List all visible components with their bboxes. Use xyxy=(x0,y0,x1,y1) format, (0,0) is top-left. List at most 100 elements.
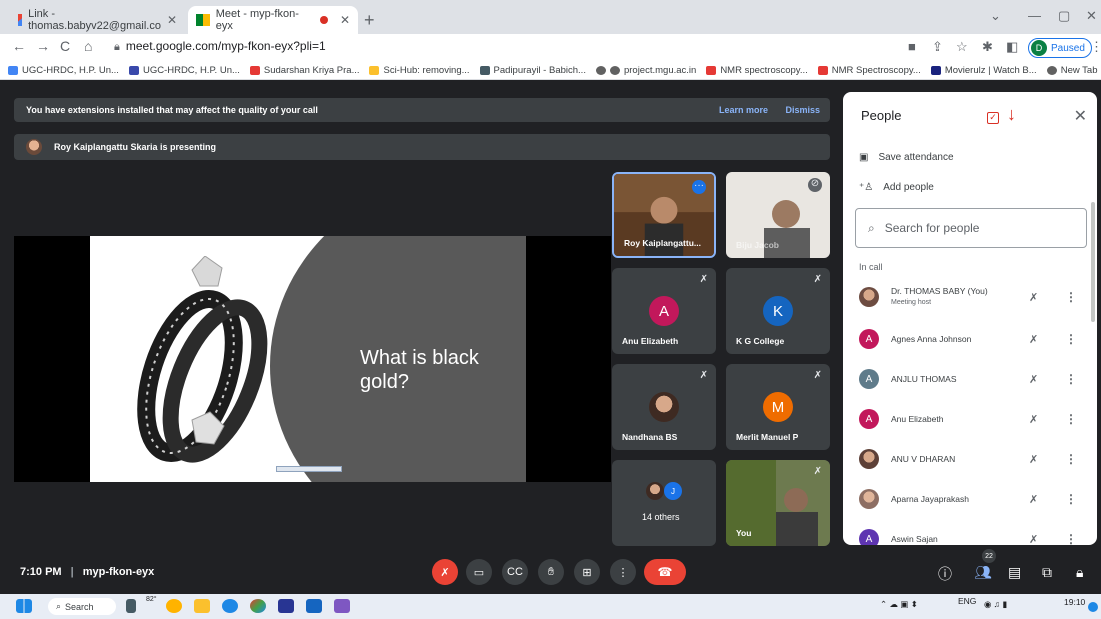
tab-search-icon[interactable]: ⌄ xyxy=(990,8,1001,24)
app-icon[interactable] xyxy=(250,599,266,613)
bookmark-item[interactable]: UGC-HRDC, H.P. Un... xyxy=(128,65,240,76)
bookmark-item[interactable]: Sci-Hub: removing... xyxy=(369,65,470,76)
search-input[interactable]: ⌕ Search for people xyxy=(855,208,1087,248)
network-sound-icons[interactable]: ◉ ♫ ▮ xyxy=(984,599,1007,610)
more-options-icon[interactable]: ⋮ xyxy=(1065,452,1077,466)
bookmark-item[interactable]: NMR Spectroscopy... xyxy=(817,65,921,76)
add-people-button[interactable]: ⁺♙ Add people xyxy=(859,182,934,193)
reload-icon[interactable]: C xyxy=(60,38,70,54)
end-call-button[interactable]: ☎︎ xyxy=(644,559,686,585)
participant-row[interactable]: A Agnes Anna Johnson ✗ ⋮ xyxy=(859,324,1083,354)
tray-icons[interactable]: ⌃ ☁ ▣ ⬍ xyxy=(880,599,918,610)
camera-toggle-button[interactable]: ▭ xyxy=(466,559,492,585)
share-icon[interactable]: ⇪ xyxy=(932,39,943,55)
participant-row[interactable]: A ANJLU THOMAS ✗ ⋮ xyxy=(859,364,1083,394)
language-indicator[interactable]: ENG xyxy=(958,596,976,606)
profile-button[interactable]: D Paused xyxy=(1028,38,1092,58)
more-options-icon[interactable]: ⋮ xyxy=(1065,492,1077,506)
participant-tile[interactable]: ✗ Nandhana BS xyxy=(612,364,716,450)
minimize-button[interactable]: — xyxy=(1028,8,1041,23)
file-explorer-icon[interactable] xyxy=(194,599,210,613)
mic-toggle-button[interactable]: ✗ xyxy=(432,559,458,585)
app-icon[interactable] xyxy=(334,599,350,613)
panel-scrollbar[interactable] xyxy=(1091,202,1095,322)
activities-icon[interactable]: ⧉ xyxy=(1042,564,1052,581)
participant-tile[interactable]: ✗ M Merlit Manuel P xyxy=(726,364,830,450)
close-tab-icon[interactable]: ✕ xyxy=(340,13,350,27)
weather-temp[interactable]: 82° xyxy=(146,596,157,603)
tab-gmail[interactable]: Link - thomas.babyv22@gmail.co ✕ xyxy=(10,6,185,34)
participant-name: Aswin Sajan xyxy=(891,533,938,544)
tab-meet[interactable]: Meet - myp-fkon-eyx ✕ xyxy=(188,6,358,34)
host-controls-icon[interactable]: 🔒︎ xyxy=(1076,564,1083,581)
clock[interactable]: 19:10 xyxy=(1064,597,1085,607)
participant-row[interactable]: A Aswin Sajan ✗ ⋮ xyxy=(859,524,1083,545)
participant-row[interactable]: A Anu Elizabeth ✗ ⋮ xyxy=(859,404,1083,434)
maximize-button[interactable]: ▢ xyxy=(1058,8,1070,24)
chat-icon[interactable]: ▤ xyxy=(1008,564,1021,581)
app-icon[interactable] xyxy=(222,599,238,613)
dismiss-button[interactable]: Dismiss xyxy=(785,105,820,115)
bookmark-item[interactable]: UGC-HRDC, H.P. Un... xyxy=(8,65,119,76)
bookmark-item[interactable]: Padipurayil - Babich... xyxy=(479,65,586,76)
new-tab-button[interactable]: + xyxy=(364,10,375,31)
back-icon[interactable]: ← xyxy=(12,38,26,54)
bookmark-star-icon[interactable]: ☆ xyxy=(956,39,968,55)
bookmark-label: project.mgu.ac.in xyxy=(623,65,697,76)
taskbar-search[interactable]: ⌕ Search xyxy=(48,598,116,615)
info-icon[interactable]: ⓘ xyxy=(938,564,952,584)
bookmark-item[interactable]: NMR spectroscopy... xyxy=(706,65,808,76)
extension-warning-banner: You have extensions installed that may a… xyxy=(14,98,830,122)
app-icon[interactable] xyxy=(278,599,294,613)
more-options-icon[interactable]: ⋮ xyxy=(1065,532,1077,545)
more-options-icon[interactable]: ⋮ xyxy=(1065,290,1077,304)
bookmark-label: UGC-HRDC, H.P. Un... xyxy=(142,65,240,76)
bookmark-item[interactable]: Sudarshan Kriya Pra... xyxy=(249,65,359,76)
widgets-icon[interactable] xyxy=(166,599,182,613)
task-view-icon[interactable] xyxy=(126,599,136,613)
url-field[interactable]: 🔒︎ meet.google.com/myp-fkon-eyx?pli=1 xyxy=(114,39,326,54)
bookmark-item[interactable]: project.mgu.ac.in xyxy=(595,65,697,76)
globe-icon xyxy=(1046,66,1057,75)
more-options-button[interactable]: ⋮ xyxy=(610,559,636,585)
people-icon[interactable]: 👥︎ xyxy=(974,564,992,581)
bookmark-item[interactable]: New Tab xyxy=(1046,65,1098,76)
more-options-icon[interactable]: ⋮ xyxy=(1065,372,1077,386)
bookmark-item[interactable]: Movierulz | Watch B... xyxy=(930,65,1037,76)
participant-tile[interactable]: ··· Roy Kaiplangattu... xyxy=(612,172,716,258)
participant-name: K G College xyxy=(736,336,785,346)
participant-tile[interactable]: ⊘ Biju Jacob xyxy=(726,172,830,258)
more-options-icon[interactable]: ⋮ xyxy=(1065,332,1077,346)
participant-tile[interactable]: ✗ A Anu Elizabeth xyxy=(612,268,716,354)
mic-off-icon: ✗ xyxy=(1029,373,1039,386)
participant-row[interactable]: ANU V DHARAN ✗ ⋮ xyxy=(859,444,1083,474)
home-icon[interactable]: ⌂ xyxy=(84,38,92,54)
windows-start-icon[interactable] xyxy=(16,599,32,613)
app-icon[interactable] xyxy=(306,599,322,613)
more-options-icon[interactable]: ⋮ xyxy=(1065,412,1077,426)
learn-more-link[interactable]: Learn more xyxy=(719,105,768,115)
menu-icon[interactable]: ⋮ xyxy=(1090,39,1101,55)
extensions-icon[interactable]: ✱ xyxy=(982,39,993,55)
close-window-button[interactable]: ✕ xyxy=(1086,8,1097,24)
save-attendance-button[interactable]: ▣ Save attendance xyxy=(859,152,954,163)
captions-button[interactable]: CC xyxy=(502,559,528,585)
forward-icon[interactable]: → xyxy=(36,38,50,54)
participant-name: Roy Kaiplangattu... xyxy=(624,238,701,248)
presenting-text: Roy Kaiplangattu Skaria is presenting xyxy=(54,142,217,152)
meeting-controls: 7:10 PM | myp-fkon-eyx ✗ ▭ CC ✋︎ ⊞ ⋮ ☎︎ … xyxy=(0,549,1101,591)
self-tile[interactable]: ✗ You xyxy=(726,460,830,546)
close-panel-button[interactable]: ✕ xyxy=(1074,106,1087,126)
participant-row[interactable]: Aparna Jayaprakash ✗ ⋮ xyxy=(859,484,1083,514)
camera-icon[interactable]: ■ xyxy=(908,39,916,54)
notification-icon[interactable] xyxy=(1088,602,1098,612)
participant-row[interactable]: Dr. THOMAS BABY (You) Meeting host ✗ ⋮ xyxy=(859,282,1083,312)
participant-tile[interactable]: ✗ K K G College xyxy=(726,268,830,354)
search-icon: ⌕ xyxy=(56,601,62,611)
present-button[interactable]: ⊞ xyxy=(574,559,600,585)
close-tab-icon[interactable]: ✕ xyxy=(167,13,177,27)
raise-hand-button[interactable]: ✋︎ xyxy=(538,559,564,585)
more-options-icon[interactable]: ··· xyxy=(692,180,706,194)
sidebar-icon[interactable]: ◧ xyxy=(1006,39,1018,55)
others-tile[interactable]: J 14 others xyxy=(612,460,716,546)
